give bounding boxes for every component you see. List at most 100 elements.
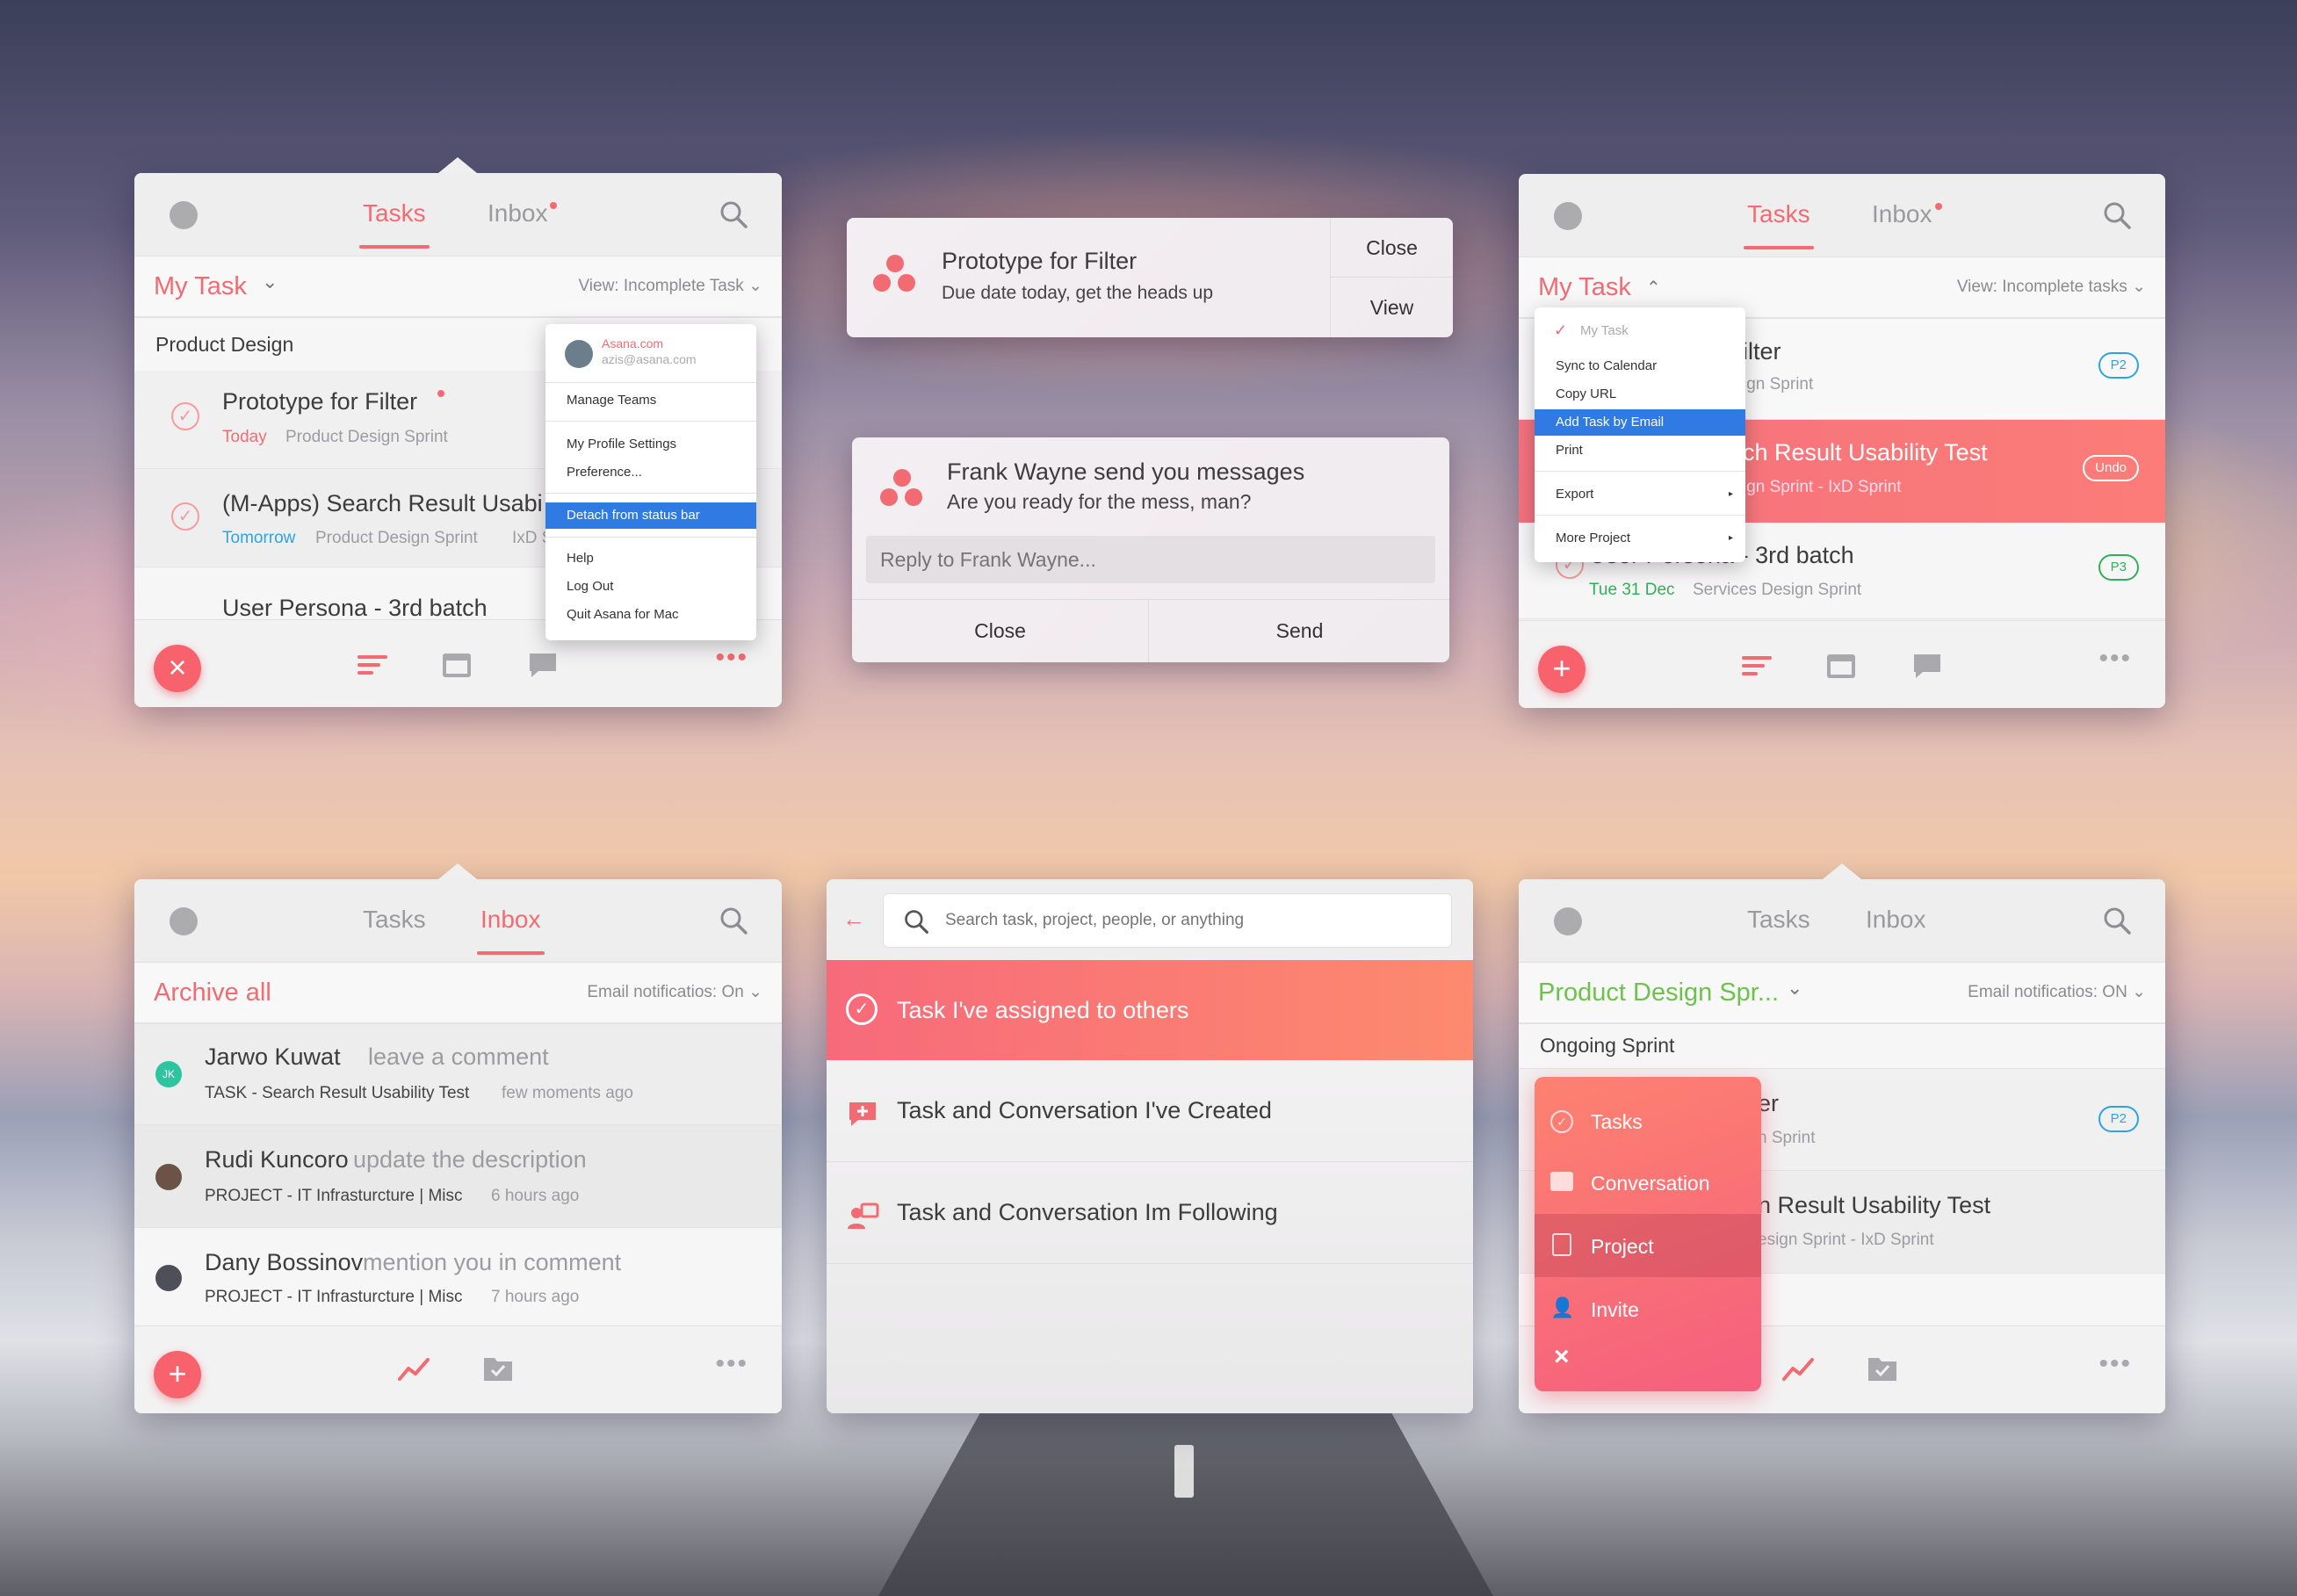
- panel-header: Tasks Inbox: [134, 879, 782, 963]
- email-notifications-dropdown[interactable]: Email notificatios: On ⌄: [587, 982, 762, 1002]
- globe-icon[interactable]: [1554, 907, 1582, 935]
- more-icon[interactable]: •••: [2098, 1349, 2132, 1379]
- reply-input[interactable]: [866, 536, 1435, 583]
- close-button[interactable]: Close: [1331, 218, 1453, 278]
- inbox-item[interactable]: Rudi Kuncoro update the description PROJ…: [134, 1125, 782, 1228]
- tab-tasks[interactable]: Tasks: [359, 199, 430, 249]
- archive-folder-icon[interactable]: [1867, 1354, 1898, 1383]
- list-icon[interactable]: [358, 654, 387, 676]
- quick-add-item[interactable]: Conversation: [1535, 1151, 1761, 1214]
- search-input[interactable]: [945, 906, 1437, 935]
- email-notifications-dropdown[interactable]: Email notificatios: ON ⌄: [1968, 982, 2146, 1002]
- menu-item[interactable]: Print: [1535, 437, 1745, 464]
- filter-dropdown[interactable]: My Task: [1538, 273, 1631, 302]
- menu-item[interactable]: Copy URL: [1535, 381, 1745, 408]
- chat-icon[interactable]: [1912, 653, 1942, 679]
- search-panel: ← ✓ Task I've assigned to others Task an…: [827, 879, 1473, 1413]
- close-button[interactable]: Close: [852, 600, 1149, 662]
- menu-label: Project: [1591, 1235, 1654, 1258]
- tab-inbox[interactable]: Inbox: [477, 906, 544, 955]
- check-icon[interactable]: ✓: [171, 502, 199, 531]
- globe-icon[interactable]: [1554, 202, 1582, 230]
- task-title[interactable]: User Persona - 3rd batch: [222, 595, 488, 622]
- tab-inbox[interactable]: Inbox: [1872, 200, 1932, 228]
- task-project: Product Design Sprint: [285, 428, 448, 446]
- list-icon[interactable]: [1742, 654, 1772, 677]
- task-due: Today: [222, 428, 267, 446]
- search-icon[interactable]: [2102, 200, 2132, 230]
- activity-icon[interactable]: [398, 1356, 430, 1383]
- tab-tasks[interactable]: Tasks: [363, 906, 426, 934]
- menu-item[interactable]: Preference...: [545, 459, 756, 486]
- chevron-down-icon[interactable]: ⌄: [262, 271, 278, 293]
- menu-item-add-by-email[interactable]: Add Task by Email: [1535, 409, 1745, 436]
- more-icon[interactable]: •••: [715, 1349, 748, 1379]
- menu-item[interactable]: Help: [545, 545, 756, 572]
- more-icon[interactable]: •••: [715, 643, 748, 673]
- more-icon[interactable]: •••: [2098, 644, 2132, 674]
- quick-add-item[interactable]: 👤 Invite: [1535, 1277, 1761, 1340]
- notification-body: Are you ready for the mess, man?: [947, 490, 1252, 513]
- search-box[interactable]: [883, 893, 1452, 948]
- task-project: Product Design Sprint: [315, 529, 478, 547]
- filter-bar: Product Design Spr... ⌄ Email notificati…: [1519, 963, 2165, 1024]
- back-arrow-icon[interactable]: ←: [842, 906, 865, 933]
- search-option[interactable]: Task and Conversation Im Following: [827, 1162, 1473, 1264]
- inbox-item[interactable]: Dany Bossinov mention you in comment PRO…: [134, 1228, 782, 1325]
- notification-due: Prototype for Filter Due date today, get…: [847, 218, 1453, 337]
- item-time: 6 hours ago: [491, 1187, 580, 1205]
- menu-item[interactable]: Quit Asana for Mac: [545, 602, 756, 628]
- action-text: mention you in comment: [363, 1249, 622, 1275]
- close-fab-button[interactable]: ×: [154, 645, 201, 692]
- task-due: Tue 31 Dec: [1589, 581, 1675, 599]
- search-icon[interactable]: [719, 199, 748, 229]
- menu-item-more-project[interactable]: More Project ▸: [1535, 525, 1745, 552]
- check-icon[interactable]: ✓: [171, 402, 199, 430]
- menu-item-selected[interactable]: My Task: [1535, 318, 1745, 344]
- calendar-icon[interactable]: [1826, 651, 1856, 679]
- send-button[interactable]: Send: [1150, 600, 1449, 662]
- task-title: (M-Apps) Search Result Usabi: [222, 490, 543, 516]
- add-button[interactable]: +: [154, 1351, 201, 1398]
- section-header: Product Design: [155, 333, 294, 356]
- menu-item[interactable]: Manage Teams: [545, 387, 756, 414]
- close-icon[interactable]: ×: [1554, 1342, 1570, 1372]
- view-dropdown[interactable]: View: Incomplete tasks ⌄: [1957, 277, 2146, 297]
- activity-icon[interactable]: [1782, 1356, 1814, 1383]
- filter-dropdown[interactable]: My Task: [154, 272, 247, 301]
- globe-icon[interactable]: [170, 907, 198, 935]
- view-button[interactable]: View: [1331, 278, 1453, 337]
- avatar: [565, 340, 593, 368]
- view-dropdown[interactable]: View: Incomplete Task ⌄: [578, 276, 762, 296]
- menu-item[interactable]: My Profile Settings: [545, 431, 756, 458]
- chevron-up-icon[interactable]: ⌃: [1646, 277, 1661, 299]
- panel-footer: + •••: [1519, 620, 2165, 708]
- account-email: azis@asana.com: [602, 352, 697, 366]
- archive-folder-icon[interactable]: [482, 1354, 514, 1383]
- inbox-item[interactable]: JK Jarwo Kuwat leave a comment TASK - Se…: [134, 1024, 782, 1125]
- quick-add-item-selected[interactable]: Project: [1535, 1214, 1761, 1277]
- priority-badge: P2: [2098, 352, 2139, 379]
- archive-all-button[interactable]: Archive all: [154, 979, 271, 1007]
- add-task-button[interactable]: +: [1538, 646, 1586, 693]
- project-dropdown[interactable]: Product Design Spr...: [1538, 979, 1779, 1007]
- tab-tasks[interactable]: Tasks: [1747, 906, 1810, 934]
- tab-inbox[interactable]: Inbox: [488, 199, 548, 227]
- undo-button[interactable]: Undo: [2083, 455, 2139, 481]
- check-circle-icon: ✓: [1550, 1110, 1573, 1133]
- calendar-icon[interactable]: [442, 650, 472, 678]
- chevron-down-icon[interactable]: ⌄: [1787, 977, 1802, 1000]
- chat-icon[interactable]: [528, 652, 558, 678]
- search-option[interactable]: Task and Conversation I've Created: [827, 1060, 1473, 1162]
- quick-add-item[interactable]: ✓ Tasks: [1535, 1089, 1761, 1151]
- menu-item[interactable]: Sync to Calendar: [1535, 353, 1745, 379]
- tab-inbox[interactable]: Inbox: [1866, 906, 1926, 934]
- globe-icon[interactable]: [170, 201, 198, 229]
- tab-tasks[interactable]: Tasks: [1744, 200, 1814, 249]
- search-option-selected[interactable]: ✓ Task I've assigned to others: [827, 960, 1473, 1060]
- menu-item-export[interactable]: Export ▸: [1535, 481, 1745, 508]
- menu-item[interactable]: Log Out: [545, 574, 756, 600]
- search-icon[interactable]: [2102, 906, 2132, 935]
- menu-item-detach[interactable]: Detach from status bar: [545, 502, 756, 529]
- search-icon[interactable]: [719, 906, 748, 935]
